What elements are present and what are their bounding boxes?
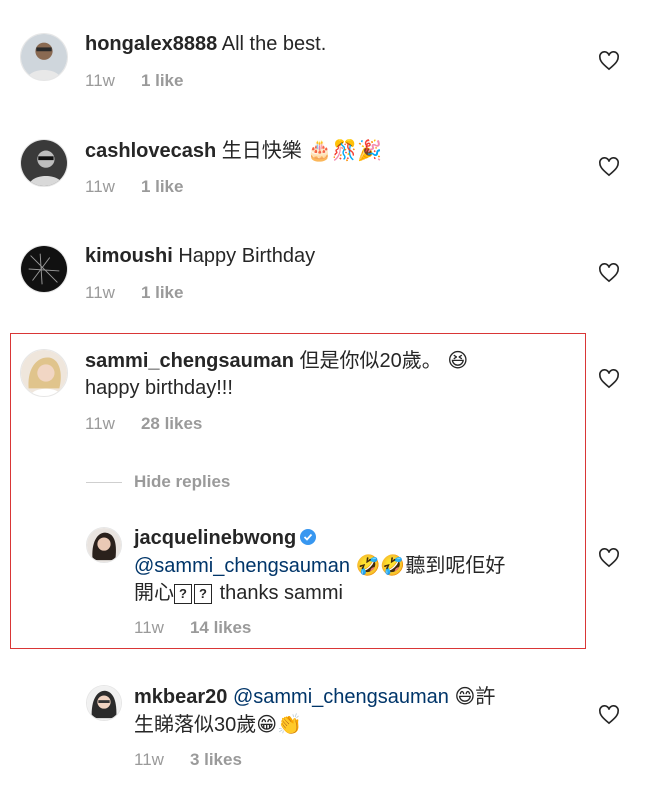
hide-replies-button[interactable]: Hide replies [134, 472, 230, 492]
comment-body-line1: 但是你似20歲。 [299, 350, 442, 372]
verified-badge-icon [300, 529, 317, 545]
reply-meta: 11w 14 likes [134, 618, 251, 638]
mention-link[interactable]: @sammi_chengsauman [233, 686, 449, 708]
reply-meta: 11w 3 likes [134, 750, 242, 770]
comment-text: kimoushi Happy Birthday [85, 243, 315, 270]
timestamp[interactable]: 11w [134, 750, 164, 769]
reply-body-line1: 許 [475, 686, 496, 708]
likes-count[interactable]: 1 like [141, 283, 184, 302]
rofl-emojis: 🤣🤣 [355, 553, 406, 577]
comment-body-line2: happy birthday!!! [85, 377, 233, 399]
comment-meta: 11w 1 like [85, 283, 183, 303]
timestamp[interactable]: 11w [134, 618, 164, 637]
mention-link[interactable]: @sammi_chengsauman [134, 555, 350, 577]
avatar[interactable] [86, 527, 122, 563]
heart-icon[interactable] [598, 548, 620, 568]
replies-divider [86, 482, 122, 483]
username[interactable]: sammi_chengsauman [85, 350, 294, 372]
comment-body: Happy Birthday [178, 245, 316, 267]
person-avatar-icon [87, 686, 121, 720]
reply-text: jacquelinebwong @sammi_chengsauman 🤣🤣聽到呢… [134, 525, 505, 607]
heart-icon[interactable] [598, 263, 620, 283]
reply-body-line2a: 開心 [134, 582, 174, 604]
username[interactable]: mkbear20 [134, 686, 227, 708]
person-avatar-icon [21, 140, 67, 186]
comment-text: cashlovecash 生日快樂 🎂🎊🎉 [85, 137, 382, 165]
abstract-avatar-icon [21, 246, 67, 292]
grin-emoji: 😄 [454, 684, 476, 708]
avatar[interactable] [20, 245, 68, 293]
comment-meta: 11w 1 like [85, 71, 183, 91]
avatar[interactable] [86, 685, 122, 721]
timestamp[interactable]: 11w [85, 71, 115, 90]
avatar[interactable] [20, 139, 68, 187]
likes-count[interactable]: 3 likes [190, 750, 242, 769]
comment-body: All the best. [221, 33, 327, 55]
comment-text: hongalex8888 All the best. [85, 31, 326, 58]
person-avatar-icon [87, 528, 121, 562]
reply-text: mkbear20 @sammi_chengsauman 😄許 生睇落似30歲😁👏 [134, 683, 495, 739]
username[interactable]: cashlovecash [85, 140, 216, 162]
avatar[interactable] [20, 349, 68, 397]
timestamp[interactable]: 11w [85, 177, 115, 196]
heart-icon[interactable] [598, 705, 620, 725]
likes-count[interactable]: 14 likes [190, 618, 251, 637]
username[interactable]: hongalex8888 [85, 33, 217, 55]
likes-count[interactable]: 28 likes [141, 414, 202, 433]
unknown-glyph-icon: ? [194, 584, 212, 604]
comment-body: 生日快樂 [221, 140, 302, 162]
likes-count[interactable]: 1 like [141, 71, 184, 90]
avatar[interactable] [20, 33, 68, 81]
username[interactable]: kimoushi [85, 245, 173, 267]
emojis: 🎂🎊🎉 [307, 138, 383, 162]
person-avatar-icon [21, 350, 67, 396]
person-avatar-icon [21, 34, 67, 80]
heart-icon[interactable] [598, 157, 620, 177]
reply-body-line2b: thanks sammi [219, 582, 343, 604]
username[interactable]: jacquelinebwong [134, 527, 296, 549]
comment-meta: 11w 28 likes [85, 414, 202, 434]
likes-count[interactable]: 1 like [141, 177, 184, 196]
reply-body-line1: 聽到呢佢好 [405, 555, 506, 577]
timestamp[interactable]: 11w [85, 414, 115, 433]
heart-icon[interactable] [598, 51, 620, 71]
laughing-emoji: 😆 [447, 348, 469, 372]
comment-text: sammi_chengsauman 但是你似20歲。 😆 happy birth… [85, 347, 468, 402]
comment-meta: 11w 1 like [85, 177, 183, 197]
heart-icon[interactable] [598, 369, 620, 389]
timestamp[interactable]: 11w [85, 283, 115, 302]
reply-body-line2: 生睇落似30歲 [134, 714, 257, 736]
emojis: 😁👏 [256, 712, 303, 736]
unknown-glyph-icon: ? [174, 584, 192, 604]
